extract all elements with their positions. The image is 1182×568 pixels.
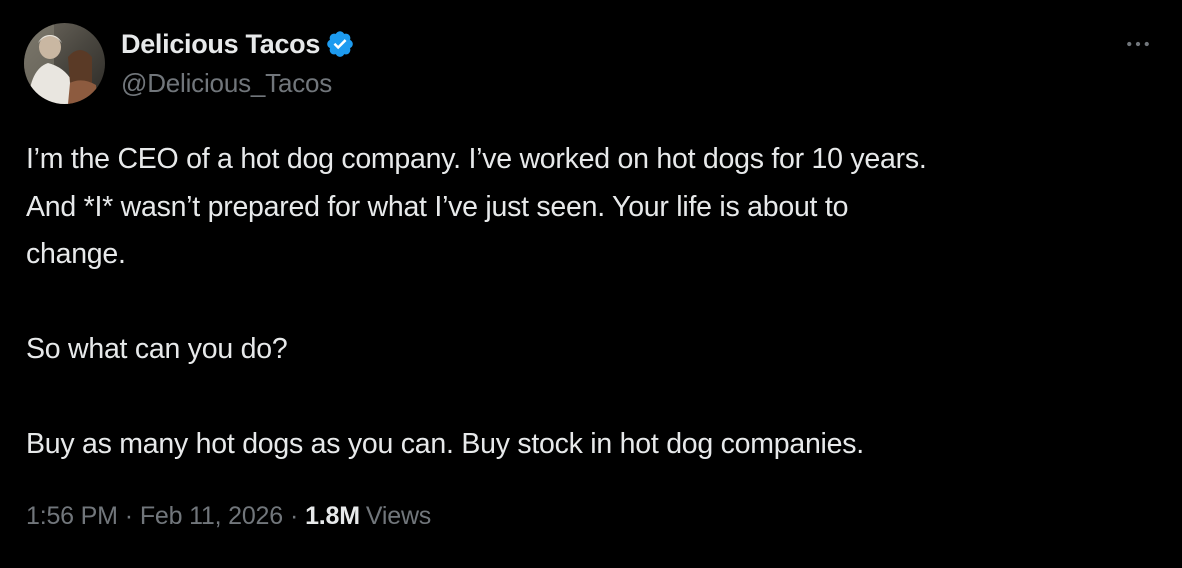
tweet-text: I’m the CEO of a hot dog company. I’ve w…	[26, 136, 1161, 469]
more-options-button[interactable]	[1120, 26, 1156, 62]
tweet-time[interactable]: 1:56 PM	[26, 502, 118, 531]
profile-photo-icon	[24, 23, 105, 104]
author-display-name[interactable]: Delicious Tacos	[121, 29, 320, 60]
author-avatar[interactable]	[24, 23, 105, 104]
tweet-paragraph-spacer	[26, 279, 1161, 327]
tweet-paragraph: Buy as many hot dogs as you can. Buy sto…	[26, 428, 864, 460]
meta-separator: ·	[124, 502, 133, 530]
tweet-paragraph-spacer	[26, 374, 1161, 422]
views-label: Views	[365, 502, 432, 530]
tweet-card: Delicious Tacos @Delicious_Tacos I’m the…	[0, 0, 1182, 568]
author-handle[interactable]: @Delicious_Tacos	[121, 68, 332, 99]
tweet-paragraph: So what can you do?	[26, 333, 288, 365]
views-count[interactable]: 1.8M	[305, 502, 360, 531]
tweet-paragraph: I’m the CEO of a hot dog company. I’ve w…	[26, 143, 927, 270]
author-name-row: Delicious Tacos	[121, 26, 355, 62]
tweet-metadata: 1:56 PM · Feb 11, 2026 · 1.8M Views	[26, 502, 431, 531]
verified-badge-icon[interactable]	[325, 29, 355, 59]
meta-separator: ·	[289, 502, 299, 530]
more-horizontal-icon	[1127, 41, 1149, 47]
tweet-date[interactable]: Feb 11, 2026	[140, 502, 283, 531]
